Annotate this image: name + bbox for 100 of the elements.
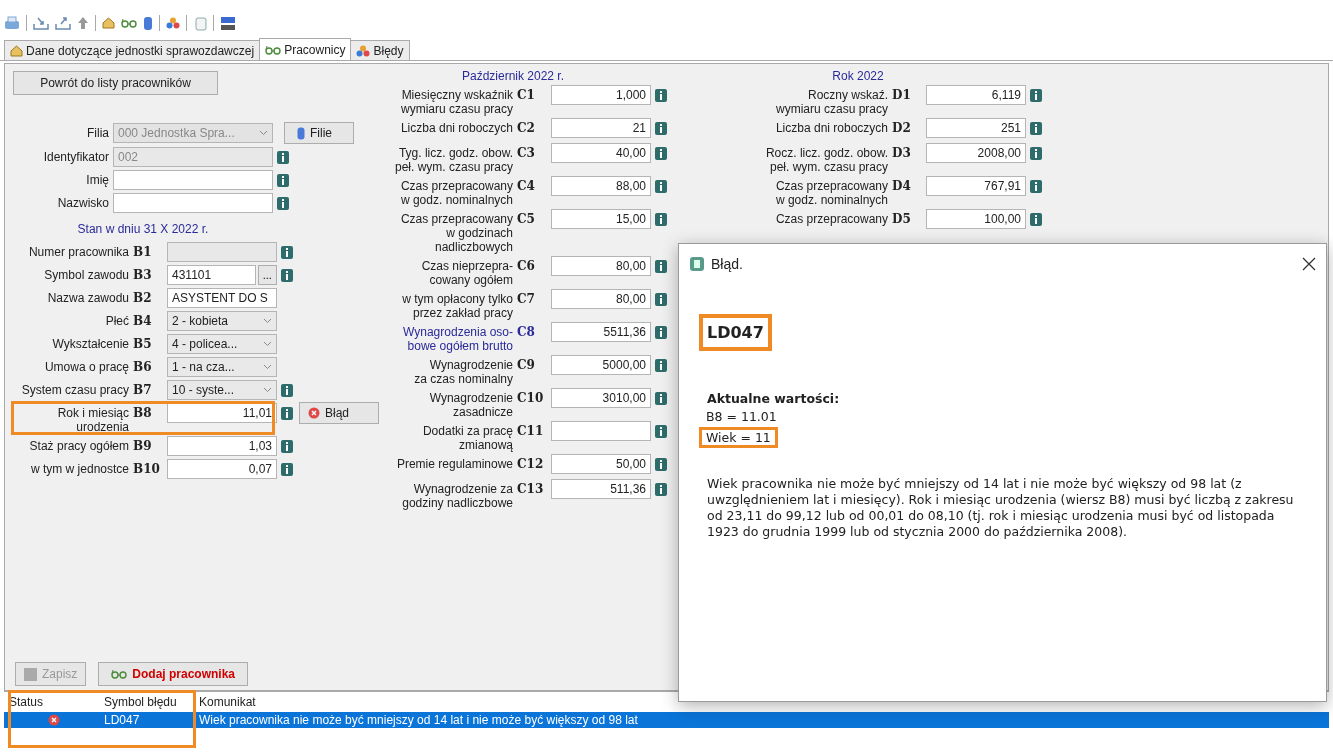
input-field[interactable]: 1,000 (551, 85, 651, 105)
input-field[interactable]: 50,00 (551, 454, 651, 474)
tab-label: Dane dotyczące jednostki sprawozdawczej (26, 43, 255, 58)
input-field[interactable]: 511,36 (551, 479, 651, 499)
export-icon[interactable] (55, 16, 71, 30)
info-icon[interactable] (655, 392, 667, 405)
row-code: C2 (517, 120, 536, 135)
column-header: Status (8, 695, 45, 709)
info-icon[interactable] (1030, 89, 1042, 102)
info-icon[interactable] (1030, 147, 1042, 160)
floppy-icon (24, 667, 37, 681)
input-field[interactable]: 21 (551, 118, 651, 138)
arrow-up-icon[interactable] (77, 16, 89, 30)
error-description: Wiek pracownika nie może być mniejszy od 14 lat i nie może być większy od 98 lat (z uwzględnieniem lat i miesięcy). Rok i miesiąc urodzenia (wiersz B8) musi być liczbą z zakresu od 23,11 do 99,12 lub od 00,01 do 08,10 (tj. rok i miesiąc urodzenia musi być od listopada 1923 do grudnia 1999 lub od stycznia 2000 do października 2008). (707, 476, 1295, 540)
row-code: B3 (133, 267, 153, 282)
input-field[interactable]: 15,00 (551, 209, 651, 229)
input-field[interactable] (113, 170, 273, 190)
input-field[interactable]: 2008,00 (926, 143, 1026, 163)
row-code: D3 (892, 145, 912, 160)
field-label: Miesięczny wskaźnik wymiaru czasu pracy (399, 87, 513, 116)
input-field[interactable]: 40,00 (551, 143, 651, 163)
input-field[interactable]: 100,00 (926, 209, 1026, 229)
info-icon[interactable] (281, 269, 293, 282)
info-icon[interactable] (655, 122, 667, 135)
input-field[interactable]: 88,00 (551, 176, 651, 196)
row-code: D4 (892, 178, 912, 193)
dropdown[interactable]: 1 - na cza... (167, 357, 277, 377)
info-icon[interactable] (655, 213, 667, 226)
value-line: B8 = 11.01 (705, 408, 778, 426)
input-field[interactable]: 11,01 (167, 403, 277, 423)
dropdown[interactable]: 4 - policea... (167, 334, 277, 354)
row-code: C11 (517, 423, 545, 438)
row-code: C4 (517, 178, 536, 193)
info-icon[interactable] (655, 147, 667, 160)
field-label: Wynagrodzenie za czas nominalny (413, 357, 513, 386)
info-icon[interactable] (655, 89, 667, 102)
input-field[interactable]: 5511,36 (551, 322, 651, 342)
info-icon[interactable] (281, 384, 293, 397)
info-icon[interactable] (655, 483, 667, 496)
back-button[interactable]: Powrót do listy pracowników (13, 71, 218, 95)
dropdown[interactable]: 2 - kobieta (167, 311, 277, 331)
field-label: Numer pracownika (27, 244, 129, 259)
input-field[interactable]: 80,00 (551, 256, 651, 276)
field-label: Rocz. licz. godz. obow. peł. wym. czasu pracy (764, 145, 888, 174)
info-icon[interactable] (281, 440, 293, 453)
field-label: w tym opłacony tylko przez zakład pracy (401, 291, 513, 320)
field-label: Czas nieprzepra- cowany ogółem (420, 258, 513, 287)
info-icon[interactable] (277, 151, 289, 164)
row-code: C8 (517, 324, 536, 339)
row-code: B4 (133, 313, 153, 328)
info-icon[interactable] (655, 293, 667, 306)
info-icon[interactable] (281, 407, 293, 420)
input-field[interactable]: 80,00 (551, 289, 651, 309)
info-icon[interactable] (655, 260, 667, 273)
tab[interactable]: Dane dotyczące jednostki sprawozdawczej (4, 40, 261, 60)
info-icon[interactable] (1030, 180, 1042, 193)
input-field[interactable]: 3010,00 (551, 388, 651, 408)
row-code: B7 (133, 382, 153, 397)
info-icon[interactable] (1030, 213, 1042, 226)
circles-icon (356, 44, 371, 57)
input-field[interactable]: 431101 (167, 265, 256, 285)
info-icon[interactable] (281, 463, 293, 476)
close-icon[interactable] (1302, 257, 1316, 271)
row-code: C1 (517, 87, 536, 102)
tab[interactable]: Pracownicy (259, 38, 352, 60)
row-code: B9 (133, 438, 153, 453)
info-icon[interactable] (655, 425, 667, 438)
dropdown[interactable]: 10 - syste... (167, 380, 277, 400)
info-icon[interactable] (655, 458, 667, 471)
browse-button[interactable]: ... (257, 265, 277, 285)
row-code: D1 (892, 87, 912, 102)
input-field[interactable]: 5000,00 (551, 355, 651, 375)
field-label: Wykształcenie (51, 336, 129, 351)
input-field[interactable]: 0,07 (167, 459, 277, 479)
field-label: Wynagrodzenia oso- bowe ogółem brutto (402, 324, 513, 353)
input-field[interactable]: 251 (926, 118, 1026, 138)
input-field[interactable]: ASYSTENT DO S (167, 288, 277, 308)
input-field[interactable]: 6,119 (926, 85, 1026, 105)
input-field[interactable] (551, 421, 651, 441)
row-code: C5 (517, 211, 536, 226)
import-icon[interactable] (33, 16, 49, 30)
tab[interactable]: Błędy (350, 40, 410, 60)
info-icon[interactable] (655, 326, 667, 339)
cylinder-icon[interactable] (143, 15, 153, 31)
info-icon[interactable] (277, 197, 289, 210)
info-icon[interactable] (1030, 122, 1042, 135)
info-icon[interactable] (277, 174, 289, 187)
input-field[interactable]: 1,03 (167, 436, 277, 456)
add-employee-button[interactable]: Dodaj pracownika (98, 662, 249, 686)
error-button[interactable]: Błąd (299, 402, 379, 424)
app-icon (689, 256, 705, 272)
field-label: Liczba dni roboczych (399, 120, 513, 135)
input-field[interactable] (113, 193, 273, 213)
info-icon[interactable] (655, 180, 667, 193)
table-row[interactable]: LD047 Wiek pracownika nie może być mniejszy od 14 lat i nie może być większy od 98 lat (4, 712, 1329, 728)
input-field[interactable]: 767,91 (926, 176, 1026, 196)
branches-button[interactable]: Filie (284, 122, 354, 144)
values-heading: Aktualne wartości: (707, 391, 840, 406)
field-label: Wynagrodzenie zasadnicze (428, 390, 513, 419)
info-icon[interactable] (655, 359, 667, 372)
